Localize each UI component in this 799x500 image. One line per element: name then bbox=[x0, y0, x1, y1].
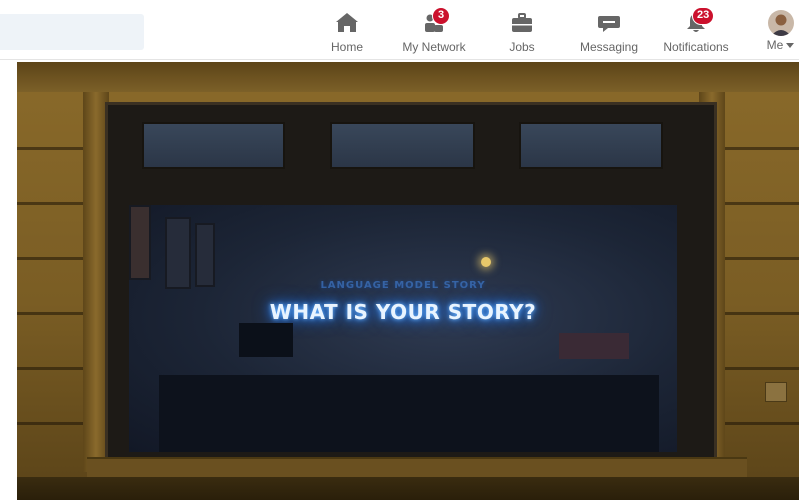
nav-notifications-label: Notifications bbox=[663, 40, 729, 54]
nav-me-label: Me bbox=[767, 38, 795, 52]
wall-slat bbox=[717, 257, 799, 260]
wall-slat bbox=[717, 147, 799, 150]
ceiling-lamp bbox=[481, 257, 491, 267]
nav-home[interactable]: Home bbox=[326, 0, 368, 60]
nav-me[interactable]: Me bbox=[762, 0, 799, 60]
shop-window-glass: LANGUAGE MODEL STORY WHAT IS YOUR STORY? bbox=[129, 205, 677, 452]
nav-messaging-label: Messaging bbox=[579, 40, 639, 54]
notifications-badge: 23 bbox=[692, 7, 715, 25]
chat-bubble-icon bbox=[594, 10, 624, 38]
briefcase-icon bbox=[507, 10, 537, 38]
top-nav-bar: Home 3 My Network Jobs Messaging 23 Noti… bbox=[0, 0, 799, 60]
wall-slat bbox=[17, 202, 83, 205]
search-input[interactable] bbox=[0, 14, 144, 50]
monitor bbox=[239, 323, 293, 357]
transom-pane bbox=[330, 122, 475, 169]
neon-sign: WHAT IS YOUR STORY? bbox=[269, 300, 537, 324]
transom-pane bbox=[519, 122, 663, 169]
neon-subtext: LANGUAGE MODEL STORY bbox=[320, 280, 486, 291]
network-icon: 3 bbox=[419, 7, 450, 38]
avatar bbox=[767, 10, 794, 36]
storefront-photo: LANGUAGE MODEL STORY WHAT IS YOUR STORY? bbox=[17, 62, 799, 500]
wall-slat bbox=[717, 202, 799, 205]
window-sill bbox=[87, 457, 747, 477]
sidewalk bbox=[17, 477, 799, 500]
wall-slat bbox=[17, 257, 83, 260]
nav-jobs-label: Jobs bbox=[509, 40, 535, 54]
nav-home-label: Home bbox=[330, 40, 363, 54]
office-desks bbox=[159, 375, 659, 452]
nav-messaging[interactable]: Messaging bbox=[575, 0, 643, 60]
nav-jobs[interactable]: Jobs bbox=[504, 0, 540, 60]
nav-my-network[interactable]: 3 My Network bbox=[396, 0, 472, 60]
wall-slat bbox=[17, 422, 83, 425]
nav-my-network-label: My Network bbox=[402, 40, 466, 54]
facade-beam bbox=[17, 62, 799, 92]
caret-down-icon bbox=[786, 43, 795, 49]
wall-frame bbox=[195, 223, 215, 287]
wall-slat bbox=[717, 422, 799, 425]
wall-slat bbox=[17, 312, 83, 315]
wall-slat bbox=[717, 312, 799, 315]
monitor bbox=[559, 333, 629, 359]
wall-slat bbox=[17, 367, 83, 370]
transom-pane bbox=[142, 122, 285, 169]
wall-frame bbox=[165, 217, 191, 289]
bell-icon: 23 bbox=[681, 7, 715, 38]
network-badge: 3 bbox=[432, 7, 450, 25]
home-icon bbox=[332, 10, 362, 38]
wall-slat bbox=[17, 147, 83, 150]
nav-notifications[interactable]: 23 Notifications bbox=[656, 0, 736, 60]
wall-switch bbox=[765, 382, 787, 402]
wall-slat bbox=[717, 367, 799, 370]
wall-poster bbox=[129, 205, 151, 280]
